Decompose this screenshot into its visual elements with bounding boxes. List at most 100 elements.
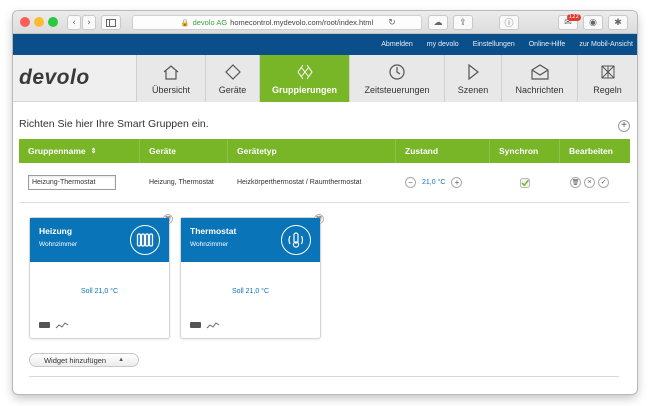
- divider: [29, 376, 619, 377]
- widget-thermostat[interactable]: 🗑 Thermostat Wohnzimmer Soll 21,0 °C: [180, 214, 324, 339]
- header-gruppenname[interactable]: Gruppenname ⇕: [19, 139, 140, 163]
- clock-icon: [389, 64, 405, 80]
- tab-regeln[interactable]: Regeln: [577, 55, 637, 102]
- browser-toolbar: ‹ › 🔒 devolo AG homecontrol.mydevolo.com…: [13, 11, 637, 34]
- header-bearbeiten: Bearbeiten: [569, 146, 613, 156]
- tab-szenen[interactable]: Szenen: [444, 55, 501, 102]
- main-content: Richten Sie hier Ihre Smart Gruppen ein.…: [13, 102, 637, 393]
- tab-label: Übersicht: [151, 85, 190, 95]
- check-icon: ✓: [600, 179, 607, 186]
- browser-window: ‹ › 🔒 devolo AG homecontrol.mydevolo.com…: [13, 11, 637, 394]
- share-button[interactable]: ⇪: [453, 15, 473, 30]
- url-bar[interactable]: 🔒 devolo AG homecontrol.mydevolo.com/roo…: [132, 15, 422, 30]
- lock-icon: 🔒: [180, 19, 190, 27]
- tab-gruppierungen[interactable]: Gruppierungen: [259, 55, 349, 102]
- forward-button[interactable]: ›: [82, 15, 96, 30]
- plus-icon: +: [454, 177, 460, 187]
- settings-link[interactable]: Einstellungen: [473, 41, 515, 48]
- page-title: Richten Sie hier Ihre Smart Gruppen ein.: [19, 118, 209, 130]
- chevron-right-icon: ›: [87, 17, 91, 28]
- widget-room: Wohnzimmer: [39, 241, 78, 248]
- widget-header: Heizung Wohnzimmer: [30, 218, 169, 262]
- top-nav: Abmelden my devolo Einstellungen Online-…: [13, 34, 637, 55]
- home-icon: [163, 64, 179, 80]
- chevron-left-icon: ‹: [72, 17, 76, 28]
- add-group-button[interactable]: +: [618, 120, 630, 132]
- rules-icon: [601, 65, 614, 79]
- chart-icon[interactable]: [206, 321, 220, 329]
- add-widget-button[interactable]: Widget hinzufügen ▲: [29, 353, 139, 367]
- mobile-view-link[interactable]: zur Mobil-Ansicht: [579, 41, 633, 48]
- close-icon: ×: [587, 179, 592, 186]
- pin-button[interactable]: ✱: [608, 15, 628, 30]
- battery-icon: [39, 322, 50, 328]
- logout-link[interactable]: Abmelden: [381, 41, 413, 48]
- close-window-button[interactable]: [20, 17, 30, 27]
- url-host: devolo AG: [192, 18, 228, 27]
- widget-title: Heizung: [39, 226, 73, 236]
- zoom-window-button[interactable]: [48, 17, 58, 27]
- diamond-icon: [224, 64, 241, 80]
- battery-icon: [190, 322, 201, 328]
- caret-up-icon: ▲: [118, 357, 125, 363]
- tab-label: Nachrichten: [515, 85, 564, 95]
- info-button[interactable]: ⓘ: [499, 15, 519, 30]
- plus-icon: +: [621, 120, 627, 131]
- add-widget-label: Widget hinzufügen: [43, 355, 107, 365]
- group-name-input[interactable]: Heizung-Thermostat: [28, 175, 116, 190]
- widget-room: Wohnzimmer: [190, 241, 229, 248]
- sidebar-button[interactable]: [101, 15, 121, 30]
- sort-icon: ⇕: [90, 148, 97, 155]
- reload-button[interactable]: ↻: [385, 15, 399, 30]
- online-help-link[interactable]: Online-Hilfe: [529, 41, 566, 48]
- decrease-temp-button[interactable]: −: [405, 177, 416, 188]
- widget-footer: [39, 321, 69, 329]
- widget-footer: [190, 321, 220, 329]
- minimize-window-button[interactable]: [34, 17, 44, 27]
- devolo-logo[interactable]: devolo: [13, 55, 136, 101]
- reader-icon: ◉: [589, 17, 597, 28]
- cancel-edit-button[interactable]: ×: [584, 177, 595, 188]
- pin-icon: ✱: [614, 17, 622, 28]
- sync-check-icon: [520, 177, 530, 188]
- chart-icon[interactable]: [55, 321, 69, 329]
- my-devolo-link[interactable]: my devolo: [427, 41, 459, 48]
- header-synchron: Synchron: [490, 139, 560, 163]
- row-devices: Heizung, Thermostat: [149, 179, 214, 186]
- increase-temp-button[interactable]: +: [451, 177, 463, 188]
- state-value: 21,0 °C: [422, 179, 446, 186]
- tab-nachrichten[interactable]: Nachrichten: [501, 55, 577, 102]
- widget-setpoint: Soll 21,0 °C: [231, 288, 270, 295]
- cloud-icon: ☁: [433, 17, 443, 28]
- tab-label: Zeitsteuerungen: [364, 85, 430, 95]
- tab-label: Geräte: [218, 85, 247, 95]
- tab-label: Szenen: [457, 85, 489, 95]
- minus-icon: −: [408, 177, 413, 187]
- extension-button[interactable]: ✉ 122: [558, 14, 581, 30]
- back-button[interactable]: ‹: [67, 15, 81, 30]
- widget-heizung[interactable]: 🗑 Heizung Wohnzimmer Soll 21,0 °C: [29, 214, 173, 339]
- url-path: homecontrol.mydevolo.com/root/index.html: [230, 18, 374, 27]
- reload-icon: ↻: [388, 17, 396, 28]
- tab-uebersicht[interactable]: Übersicht: [136, 55, 205, 102]
- share-icon: ⇪: [459, 17, 467, 28]
- info-icon: ⓘ: [504, 19, 514, 29]
- table-header: Gruppenname ⇕ Geräte Gerätetyp Zustand Sy…: [19, 139, 630, 163]
- reader-button[interactable]: ◉: [583, 15, 603, 30]
- tab-label: Gruppierungen: [272, 85, 337, 95]
- envelope-icon: [530, 64, 549, 80]
- tab-zeitsteuerungen[interactable]: Zeitsteuerungen: [349, 55, 444, 102]
- radiator-icon: [130, 225, 160, 255]
- delete-group-button[interactable]: 🗑: [570, 177, 581, 188]
- widget-setpoint: Soll 21,0 °C: [80, 288, 119, 295]
- trash-icon: 🗑: [571, 179, 580, 186]
- header-geraete: Geräte: [140, 139, 228, 163]
- icloud-button[interactable]: ☁: [428, 15, 448, 30]
- confirm-edit-button[interactable]: ✓: [598, 177, 609, 188]
- widget-header: Thermostat Wohnzimmer: [181, 218, 320, 262]
- group-icon: [296, 64, 313, 80]
- thermometer-icon: [281, 225, 311, 255]
- tab-geraete[interactable]: Geräte: [205, 55, 259, 102]
- header-zustand: Zustand: [396, 139, 490, 163]
- tab-label: Regeln: [593, 85, 622, 95]
